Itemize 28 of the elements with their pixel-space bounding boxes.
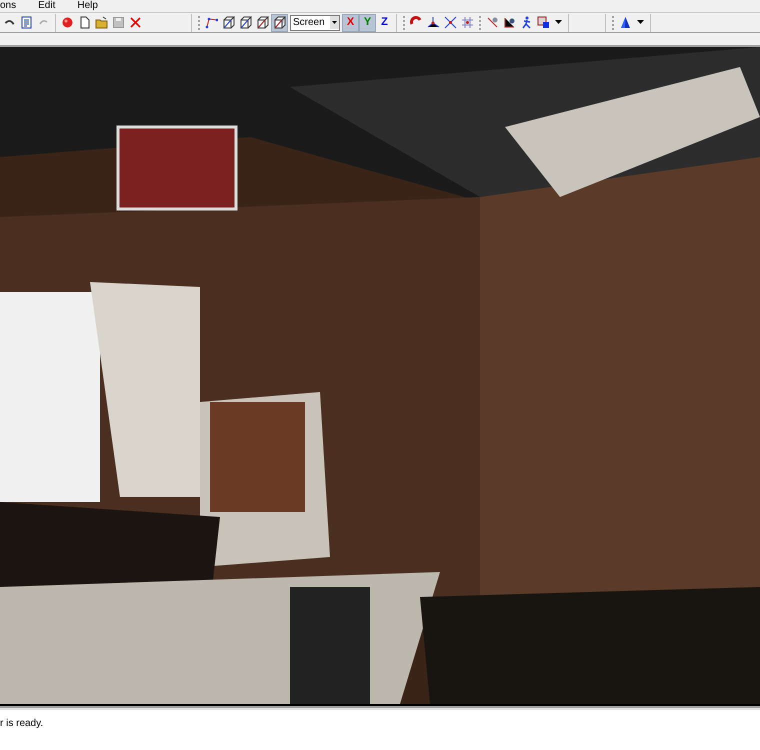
menu-item[interactable]: ons bbox=[0, 1, 16, 11]
folder-icon bbox=[95, 16, 108, 29]
menu-item[interactable]: Edit bbox=[38, 1, 56, 11]
palette-icon bbox=[537, 16, 550, 29]
status-text: r is ready. bbox=[0, 718, 44, 729]
caret-icon[interactable] bbox=[555, 20, 562, 25]
blank-page-icon bbox=[78, 16, 91, 29]
menu-item[interactable]: Help bbox=[77, 1, 98, 11]
document-list-icon bbox=[20, 16, 33, 29]
axis-toggle-button[interactable]: Z bbox=[376, 14, 393, 32]
cube-icon bbox=[273, 16, 286, 29]
close-icon bbox=[129, 16, 142, 29]
cube-icon bbox=[222, 16, 235, 29]
ball-icon bbox=[61, 16, 74, 29]
projection-dropdown[interactable]: Screen bbox=[290, 14, 340, 30]
view-cube-button[interactable] bbox=[271, 14, 288, 32]
caret-icon bbox=[330, 16, 339, 29]
vertex-join-icon bbox=[427, 16, 440, 29]
undo-icon bbox=[4, 19, 15, 26]
open-button[interactable] bbox=[93, 14, 110, 32]
vertex-grid-icon bbox=[461, 16, 474, 29]
cube-icon bbox=[256, 16, 269, 29]
cone-icon bbox=[619, 16, 632, 29]
vertex-split-icon bbox=[444, 16, 457, 29]
cube-icon bbox=[239, 16, 252, 29]
walking-figure-icon bbox=[520, 16, 533, 29]
axis-handle-icon bbox=[205, 16, 218, 29]
caret-icon[interactable] bbox=[637, 20, 644, 25]
